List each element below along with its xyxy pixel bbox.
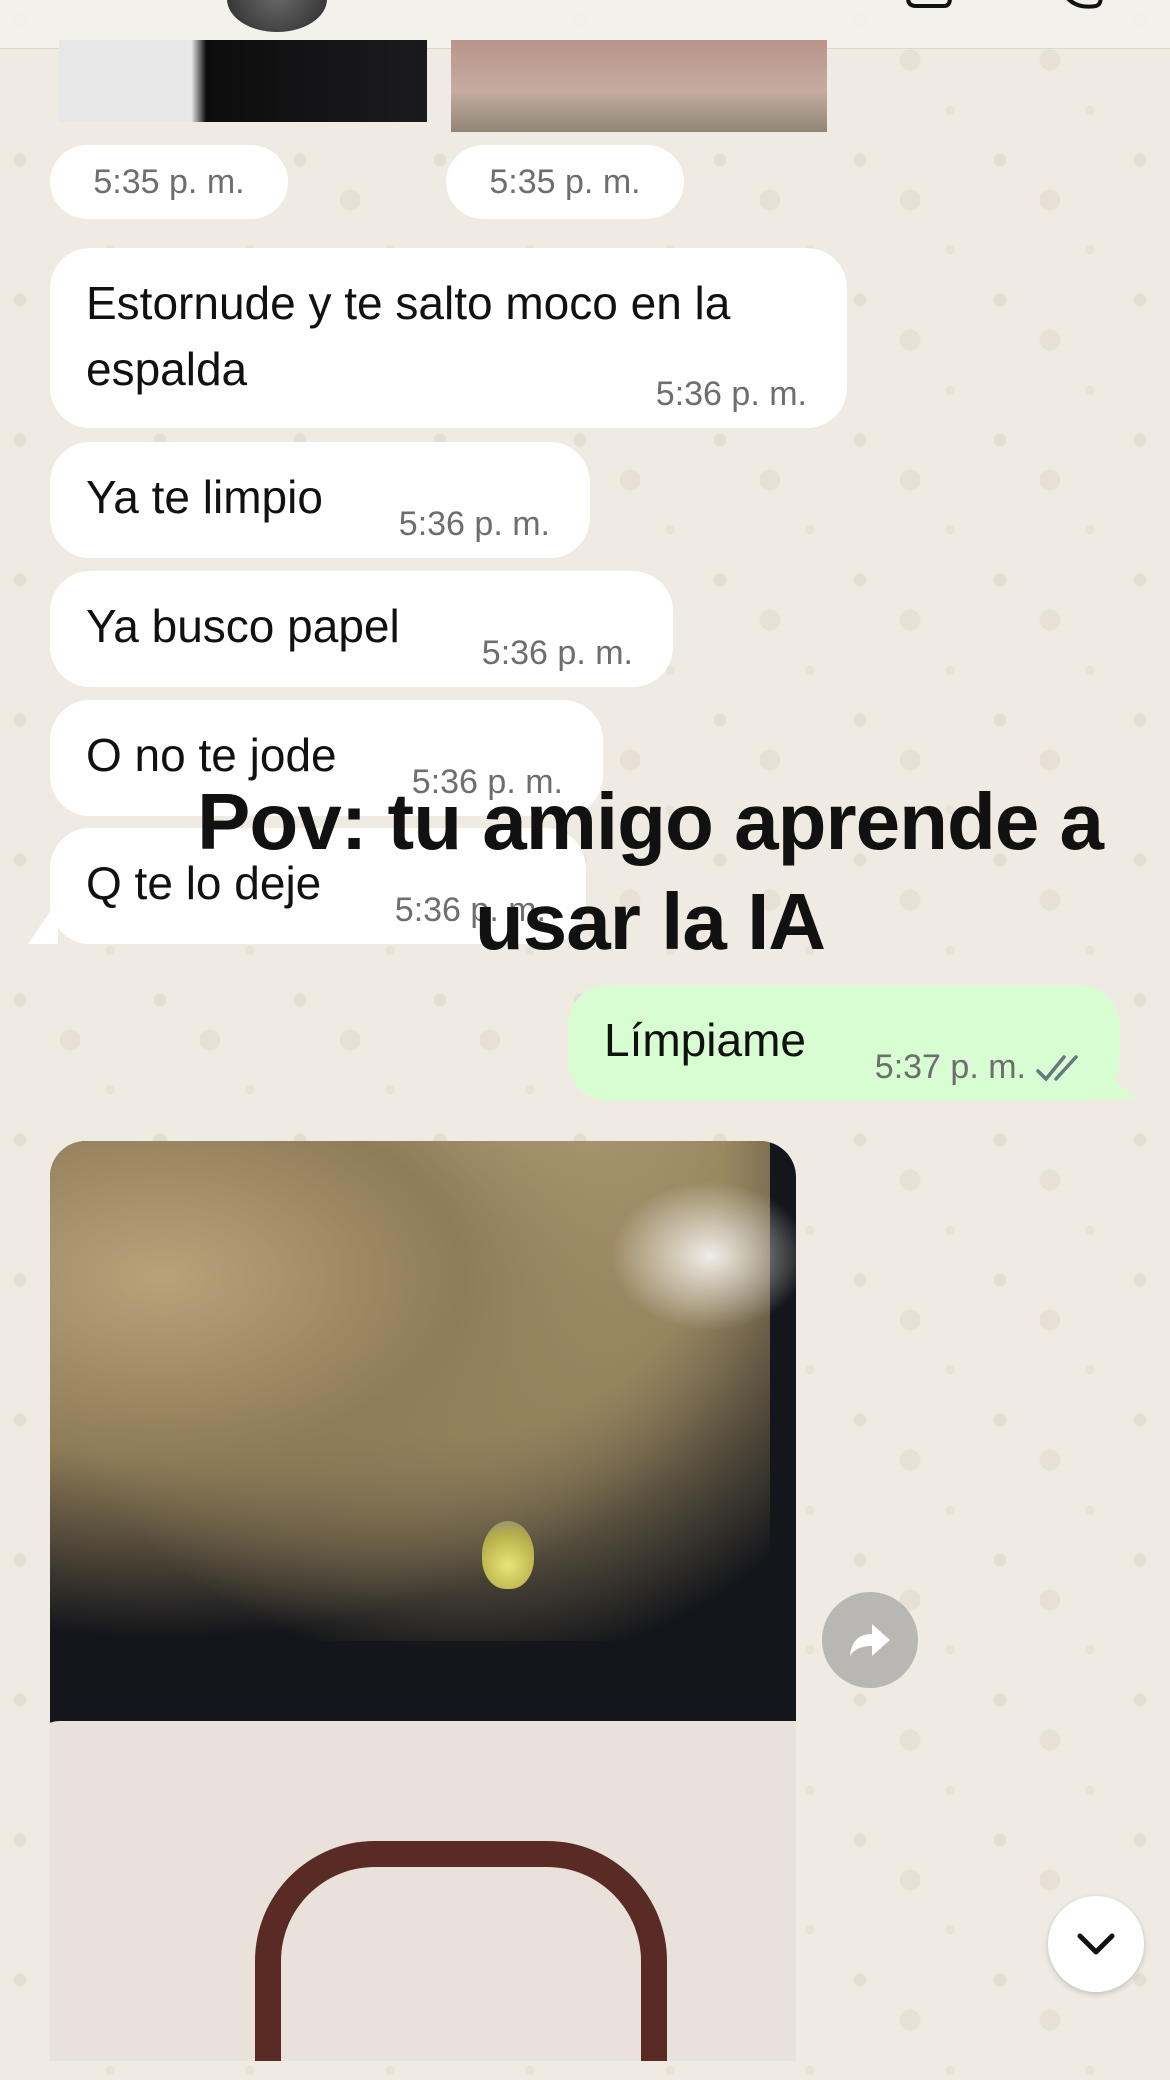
message-text: Ya busco papel (86, 600, 400, 652)
back-icon[interactable] (30, 0, 58, 10)
image-timestamp: 5:35 p. m. (446, 145, 684, 219)
message-time: 5:36 p. m. (481, 634, 633, 672)
photo-chair-frame (255, 1841, 667, 2061)
shared-image-2[interactable] (451, 40, 827, 132)
video-call-icon[interactable] (904, 0, 964, 10)
message-time: 5:36 p. m. (655, 375, 807, 413)
shared-image-1[interactable] (59, 40, 427, 122)
scroll-to-bottom-button[interactable] (1048, 1896, 1144, 1992)
double-check-icon (1036, 1055, 1078, 1082)
shared-photo[interactable] (50, 1141, 796, 2061)
message-time: 5:36 p. m. (398, 505, 550, 543)
message-text: Ya te limpio (86, 471, 323, 523)
photo-light-glare (610, 1181, 796, 1331)
image-timestamp: 5:35 p. m. (50, 145, 288, 219)
incoming-message[interactable]: Estornude y te salto moco en la espalda … (50, 248, 847, 428)
incoming-message[interactable]: Ya te limpio 5:36 p. m. (50, 442, 590, 558)
call-icon[interactable] (1058, 0, 1104, 12)
contact-avatar[interactable] (227, 0, 327, 32)
forward-button[interactable] (822, 1592, 918, 1688)
message-text: Límpiame (604, 1014, 806, 1066)
message-time: 5:37 p. m. (874, 1048, 1026, 1086)
forward-icon (850, 1624, 890, 1656)
chevron-down-icon (1077, 1933, 1115, 1955)
incoming-message[interactable]: Ya busco papel 5:36 p. m. (50, 571, 673, 687)
bubble-tail (1092, 1058, 1136, 1100)
caption-line-1: Pov: tu amigo aprende a (196, 777, 1104, 866)
video-caption-overlay: Pov: tu amigo aprende a usar la IA (150, 772, 1150, 972)
photo-stain (482, 1521, 534, 1589)
outgoing-message[interactable]: Límpiame 5:37 p. m. (568, 985, 1120, 1101)
caption-line-2: usar la IA (474, 877, 826, 966)
